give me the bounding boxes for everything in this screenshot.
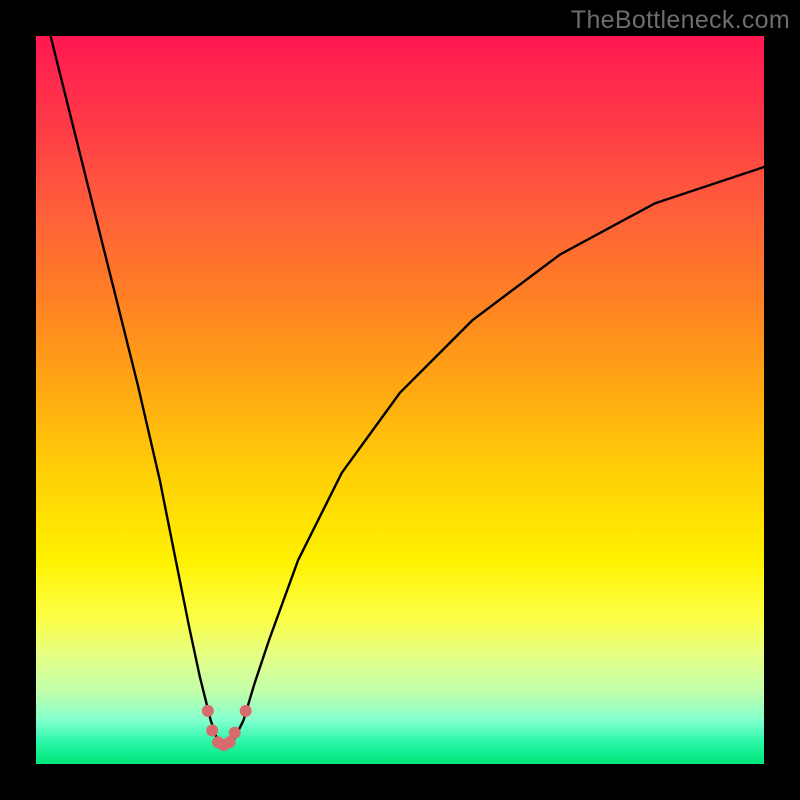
plot-area bbox=[36, 36, 764, 764]
highlight-point bbox=[206, 725, 218, 737]
watermark-text: TheBottleneck.com bbox=[571, 6, 790, 35]
highlight-point bbox=[240, 705, 252, 717]
highlight-point bbox=[202, 705, 214, 717]
chart-frame: TheBottleneck.com bbox=[0, 0, 800, 800]
curve-layer bbox=[36, 36, 764, 764]
highlight-point bbox=[229, 727, 241, 739]
bottleneck-curve bbox=[51, 36, 764, 749]
